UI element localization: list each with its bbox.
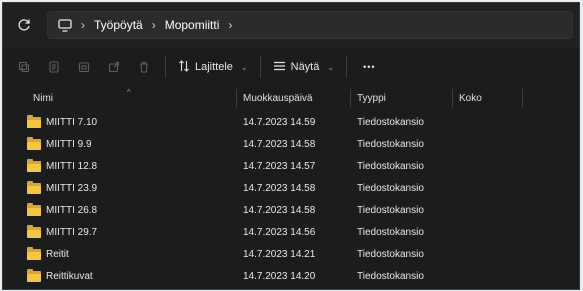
file-row[interactable]: MIITTI 29.7 14.7.2023 14.56 Tiedostokans…: [3, 221, 579, 243]
more-button[interactable]: •••: [353, 53, 385, 81]
column-divider[interactable]: [522, 89, 523, 107]
sort-label: Lajittele: [195, 61, 233, 73]
file-name: MIITTI 23.9: [46, 182, 98, 194]
paste-icon[interactable]: [69, 53, 99, 81]
file-type: Tiedostokansio: [357, 182, 424, 194]
column-headers: Nimi ^ Muokkauspäivä Tyyppi Koko: [3, 87, 579, 109]
file-type: Tiedostokansio: [357, 160, 424, 172]
file-modified: 14.7.2023 14.59: [243, 116, 316, 128]
file-row[interactable]: MIITTI 9.9 14.7.2023 14.58 Tiedostokansi…: [3, 133, 579, 155]
this-pc-icon[interactable]: [58, 18, 72, 32]
file-name-cell: MIITTI 23.9: [27, 177, 97, 199]
file-row[interactable]: MIITTI 7.10 14.7.2023 14.59 Tiedostokans…: [3, 111, 579, 133]
sort-icon: [178, 59, 190, 75]
file-row[interactable]: Reitit 14.7.2023 14.21 Tiedostokansio: [3, 243, 579, 265]
file-type: Tiedostokansio: [357, 248, 424, 260]
file-name: MIITTI 12.8: [46, 160, 98, 172]
share-icon[interactable]: [99, 53, 129, 81]
column-header-size-label: Koko: [459, 92, 482, 104]
chevron-right-icon[interactable]: ›: [81, 18, 85, 32]
file-modified: 14.7.2023 14.21: [243, 248, 316, 260]
file-modified: 14.7.2023 14.58: [243, 138, 316, 150]
file-type: Tiedostokansio: [357, 116, 424, 128]
file-row[interactable]: Reittikuvat 14.7.2023 14.20 Tiedostokans…: [3, 265, 579, 287]
breadcrumb[interactable]: › Työpöytä › Mopomiitti ›: [47, 11, 573, 39]
folder-icon: [27, 202, 41, 216]
folder-icon: [27, 180, 41, 194]
file-modified: 14.7.2023 14.58: [243, 204, 316, 216]
file-type: Tiedostokansio: [357, 204, 424, 216]
file-type: Tiedostokansio: [357, 226, 424, 238]
view-button[interactable]: Näytä ⌄: [267, 53, 340, 81]
file-name: MIITTI 9.9: [46, 138, 92, 150]
file-name-cell: MIITTI 7.10: [27, 111, 97, 133]
column-header-modified-label: Muokkauspäivä: [243, 92, 313, 104]
file-name: MIITTI 7.10: [46, 116, 98, 128]
chevron-right-icon[interactable]: ›: [152, 18, 156, 32]
file-modified: 14.7.2023 14.57: [243, 160, 316, 172]
file-row[interactable]: MIITTI 12.8 14.7.2023 14.57 Tiedostokans…: [3, 155, 579, 177]
more-icon: •••: [363, 62, 376, 72]
file-modified: 14.7.2023 14.58: [243, 182, 316, 194]
file-row[interactable]: MIITTI 23.9 14.7.2023 14.58 Tiedostokans…: [3, 177, 579, 199]
file-modified: 14.7.2023 14.20: [243, 270, 316, 282]
file-modified: 14.7.2023 14.56: [243, 226, 316, 238]
column-header-size[interactable]: Koko: [453, 87, 521, 109]
folder-icon: [27, 114, 41, 128]
toolbar-divider: [165, 56, 166, 78]
file-name: MIITTI 26.8: [46, 204, 98, 216]
cut-icon[interactable]: [9, 53, 39, 81]
column-header-name-label: Nimi: [33, 92, 53, 104]
breadcrumb-item-mopomiitti[interactable]: Mopomiitti: [165, 18, 220, 32]
view-label: Näytä: [290, 61, 320, 73]
sort-ascending-icon: ^: [127, 88, 131, 97]
command-bar: Lajittele ⌄ Näytä ⌄ •••: [3, 47, 579, 87]
file-name-cell: MIITTI 9.9: [27, 133, 92, 155]
refresh-icon[interactable]: [9, 10, 39, 40]
file-name-cell: MIITTI 12.8: [27, 155, 97, 177]
file-name-cell: Reitit: [27, 243, 69, 265]
file-name-cell: MIITTI 29.7: [27, 221, 97, 243]
file-explorer-window: › Työpöytä › Mopomiitti › Lajittele ⌄ Nä…: [2, 2, 580, 290]
toolbar-divider: [346, 56, 348, 78]
breadcrumb-item-desktop[interactable]: Työpöytä: [94, 18, 143, 32]
file-type: Tiedostokansio: [357, 270, 424, 282]
file-name: MIITTI 29.7: [46, 226, 98, 238]
view-icon: [273, 61, 286, 74]
chevron-down-icon: ⌄: [327, 62, 335, 72]
column-header-type-label: Tyyppi: [357, 92, 386, 104]
file-type: Tiedostokansio: [357, 138, 424, 150]
file-row[interactable]: MIITTI 26.8 14.7.2023 14.58 Tiedostokans…: [3, 199, 579, 221]
column-header-modified[interactable]: Muokkauspäivä: [237, 87, 349, 109]
chevron-down-icon: ⌄: [240, 62, 248, 72]
file-name-cell: Reittikuvat: [27, 265, 93, 287]
toolbar-divider: [259, 56, 261, 78]
folder-icon: [27, 224, 41, 238]
sort-button[interactable]: Lajittele ⌄: [172, 53, 254, 81]
chevron-right-icon[interactable]: ›: [228, 18, 232, 32]
address-bar-row: › Työpöytä › Mopomiitti ›: [3, 3, 579, 47]
copy-icon[interactable]: [39, 53, 69, 81]
folder-icon: [27, 268, 41, 282]
folder-icon: [27, 136, 41, 150]
folder-icon: [27, 158, 41, 172]
folder-icon: [27, 246, 41, 260]
column-header-type[interactable]: Tyyppi: [351, 87, 451, 109]
file-name-cell: MIITTI 26.8: [27, 199, 97, 221]
delete-icon[interactable]: [129, 53, 159, 81]
file-name: Reitit: [46, 248, 69, 260]
file-name: Reittikuvat: [46, 270, 93, 282]
